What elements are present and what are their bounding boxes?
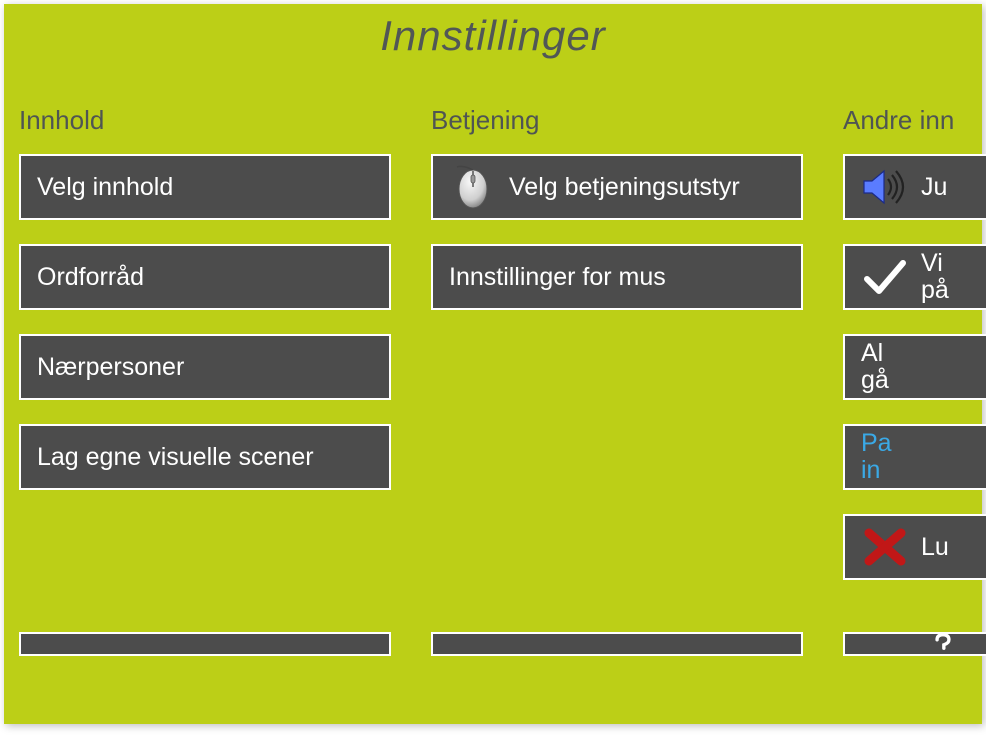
tile-mouse-settings[interactable]: Innstillinger for mus bbox=[431, 244, 803, 310]
tile-row4[interactable]: Pa in bbox=[843, 424, 986, 490]
tile-sound-label: Ju bbox=[921, 173, 947, 202]
tile-select-equipment-label: Velg betjeningsutstyr bbox=[509, 173, 740, 202]
tile-create-scenes-label: Lag egne visuelle scener bbox=[37, 443, 314, 472]
tile-partial-bottom-1[interactable] bbox=[19, 632, 391, 656]
column-other: Andre inn Ju bbox=[843, 105, 986, 656]
tile-close-persons[interactable]: Nærpersoner bbox=[19, 334, 391, 400]
column-operation: Betjening bbox=[431, 105, 803, 656]
speaker-icon bbox=[861, 163, 909, 211]
columns-container: Innhold Velg innhold Ordforråd Nærperson… bbox=[4, 60, 982, 656]
tile-select-content-label: Velg innhold bbox=[37, 173, 173, 202]
tile-vocabulary[interactable]: Ordforråd bbox=[19, 244, 391, 310]
tile-partial-bottom-2[interactable] bbox=[431, 632, 803, 656]
help-icon bbox=[928, 633, 958, 655]
tile-row4-line1: Pa bbox=[861, 429, 892, 457]
tile-partial-bottom-3[interactable] bbox=[843, 632, 986, 656]
column-content: Innhold Velg innhold Ordforråd Nærperson… bbox=[19, 105, 391, 656]
mouse-icon bbox=[449, 163, 497, 211]
tile-row4-label: Pa in bbox=[861, 430, 892, 485]
page-title: Innstillinger bbox=[4, 4, 982, 60]
tile-close[interactable]: Lu bbox=[843, 514, 986, 580]
tile-check[interactable]: Vi på bbox=[843, 244, 986, 310]
tile-select-content[interactable]: Velg innhold bbox=[19, 154, 391, 220]
tile-select-equipment[interactable]: Velg betjeningsutstyr bbox=[431, 154, 803, 220]
close-icon bbox=[861, 523, 909, 571]
tile-row4-line2: in bbox=[861, 456, 880, 484]
check-icon bbox=[861, 253, 909, 301]
tile-check-label: Vi på bbox=[921, 250, 949, 305]
tile-vocabulary-label: Ordforråd bbox=[37, 263, 144, 292]
tile-sound[interactable]: Ju bbox=[843, 154, 986, 220]
tile-close-label: Lu bbox=[921, 533, 949, 562]
tile-close-persons-label: Nærpersoner bbox=[37, 353, 184, 382]
tile-row3[interactable]: Al gå bbox=[843, 334, 986, 400]
tile-row3-label: Al gå bbox=[861, 340, 889, 395]
tile-check-line1: Vi bbox=[921, 249, 943, 277]
tile-row3-line1: Al bbox=[861, 339, 883, 367]
column-other-header: Andre inn bbox=[843, 105, 986, 136]
tile-create-scenes[interactable]: Lag egne visuelle scener bbox=[19, 424, 391, 490]
tile-check-line2: på bbox=[921, 276, 949, 304]
column-operation-header: Betjening bbox=[431, 105, 803, 136]
tile-mouse-settings-label: Innstillinger for mus bbox=[449, 263, 666, 292]
column-content-header: Innhold bbox=[19, 105, 391, 136]
tile-row3-line2: gå bbox=[861, 366, 889, 394]
settings-page: Innstillinger Innhold Velg innhold Ordfo… bbox=[4, 4, 982, 724]
